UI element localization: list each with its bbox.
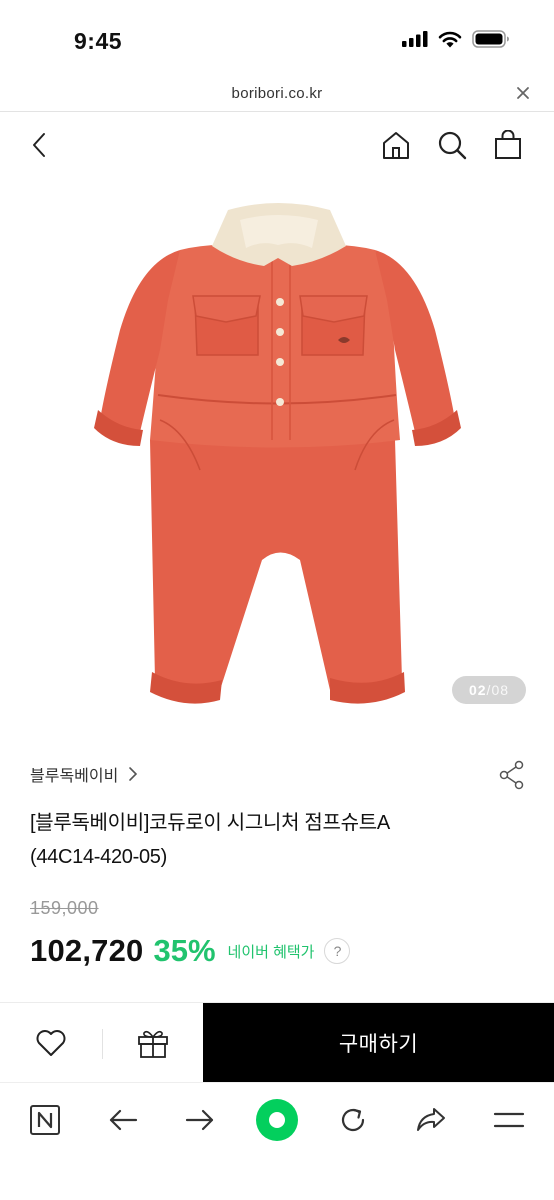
pager-current: 02: [468, 682, 487, 698]
status-bar: 9:45: [0, 0, 554, 78]
menu-icon: [493, 1112, 525, 1128]
naver-n-icon: [30, 1105, 60, 1135]
discount-rate: 35%: [153, 933, 216, 968]
original-price: 159,000: [30, 898, 99, 918]
sale-price: 102,720: [30, 933, 144, 968]
share-icon[interactable]: [498, 760, 526, 790]
product-title: [블루독베이비]코듀로이 시그니처 점프슈트A (44C14-420-05): [30, 806, 510, 874]
status-icons: [402, 30, 510, 48]
gift-button[interactable]: [103, 1003, 203, 1083]
product-image[interactable]: [0, 178, 554, 730]
wishlist-button[interactable]: [0, 1003, 102, 1083]
image-pager: 02 / 08: [452, 676, 526, 704]
cart-button[interactable]: [491, 128, 525, 162]
back-button[interactable]: [22, 128, 56, 162]
close-icon[interactable]: [514, 84, 532, 102]
site-header: [0, 112, 554, 178]
forward-icon: [185, 1109, 214, 1131]
naver-benefit-label: 네이버 혜택가: [227, 943, 315, 961]
purchase-bar: 구매하기: [0, 1002, 554, 1083]
signal-icon: [402, 31, 428, 47]
menu-button[interactable]: [486, 1097, 532, 1143]
back-arrow-icon: [33, 133, 45, 157]
pager-total: 08: [491, 682, 510, 698]
battery-icon: [472, 30, 509, 48]
search-icon: [438, 131, 467, 160]
shopping-bag-icon: [495, 130, 521, 159]
price-row: 102,720 35% 네이버 혜택가 ?: [30, 933, 351, 969]
brand-name[interactable]: 블루독베이비: [30, 762, 118, 786]
status-time: 9:45: [74, 28, 123, 54]
browser-forward-button[interactable]: [177, 1097, 223, 1143]
gift-icon: [138, 1030, 168, 1058]
back-icon: [109, 1109, 138, 1131]
url-text[interactable]: boribori.co.kr: [0, 85, 554, 102]
browser-back-button[interactable]: [100, 1097, 146, 1143]
brand-link[interactable]: 블루독베이비: [30, 762, 138, 786]
reload-button[interactable]: [330, 1097, 376, 1143]
green-home-icon: [256, 1099, 298, 1141]
product-title-line1: [블루독베이비]코듀로이 시그니처 점프슈트A: [30, 812, 390, 834]
buy-button[interactable]: 구매하기: [203, 1003, 554, 1083]
browser-toolbar: [0, 1082, 554, 1200]
heart-icon: [36, 1030, 66, 1056]
wifi-icon: [438, 31, 462, 47]
browser-share-button[interactable]: [408, 1097, 454, 1143]
search-button[interactable]: [435, 128, 469, 162]
jumpsuit-image: [94, 203, 461, 704]
share-arrow-icon: [417, 1108, 445, 1131]
product-title-line2: (44C14-420-05): [30, 846, 167, 868]
home-icon: [383, 132, 409, 159]
home-button[interactable]: [379, 128, 413, 162]
url-bar[interactable]: boribori.co.kr: [0, 78, 554, 112]
chevron-right-icon: [129, 767, 138, 781]
green-home-button[interactable]: [254, 1097, 300, 1143]
reload-icon: [341, 1108, 365, 1132]
naver-n-button[interactable]: [22, 1097, 68, 1143]
help-button[interactable]: ?: [324, 938, 351, 964]
